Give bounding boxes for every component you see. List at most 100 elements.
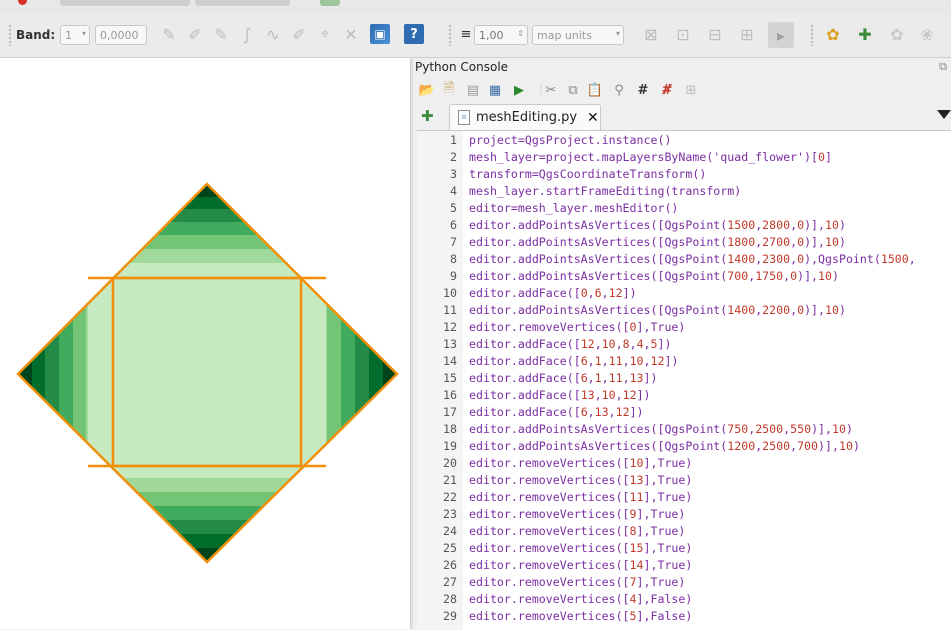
comment-icon[interactable]: # bbox=[633, 80, 653, 100]
pencil-icon[interactable]: ✎ bbox=[210, 23, 232, 45]
code-line[interactable]: 7 editor.addPointsAsVertices([QgsPoint(18… bbox=[417, 234, 951, 251]
plugin-icon[interactable]: ❀ bbox=[916, 23, 938, 45]
code-text: editor.removeVertices([14],True) bbox=[469, 558, 693, 572]
code-line[interactable]: 21 editor.removeVertices([13],True) bbox=[417, 472, 951, 489]
line-number: 10 bbox=[443, 286, 457, 300]
code-line[interactable]: 14 editor.addFace([6,1,11,10,12]) bbox=[417, 353, 951, 370]
code-line[interactable]: 2 mesh_layer=project.mapLayersByName('qua… bbox=[417, 149, 951, 166]
code-line[interactable]: 18 editor.addPointsAsVertices([QgsPoint(7… bbox=[417, 421, 951, 438]
pencil-icon[interactable]: ✎ bbox=[158, 23, 180, 45]
open-folder-icon[interactable]: 📂 bbox=[417, 80, 437, 100]
tab-label: meshEditing.py bbox=[476, 110, 578, 125]
cut-icon[interactable]: ✂ bbox=[541, 80, 561, 100]
curve-icon[interactable]: ∫ bbox=[236, 23, 258, 45]
value-field[interactable]: 0,0000 bbox=[95, 25, 147, 45]
node-icon[interactable]: ⌖ bbox=[314, 23, 336, 45]
node-icon[interactable]: ✕ bbox=[340, 23, 362, 45]
code-line[interactable]: 4 mesh_layer.startFrameEditing(transform) bbox=[417, 183, 951, 200]
close-tab-icon[interactable]: ✕ bbox=[587, 110, 599, 126]
save-icon[interactable]: ▤ bbox=[463, 80, 483, 100]
toolbar-handle[interactable] bbox=[448, 24, 452, 46]
stop-icon[interactable] bbox=[18, 0, 27, 5]
object-inspector-icon[interactable]: ⊞ bbox=[681, 80, 701, 100]
code-line[interactable]: 5 editor=mesh_layer.meshEditor() bbox=[417, 200, 951, 217]
tab-meshediting[interactable]: ≡ meshEditing.py ✕ bbox=[449, 104, 601, 130]
code-line[interactable]: 9 editor.addPointsAsVertices([QgsPoint(70… bbox=[417, 268, 951, 285]
mesh-icon[interactable]: ⊠ bbox=[640, 23, 662, 45]
plugin-icon[interactable]: ✿ bbox=[886, 23, 908, 45]
float-panel-icon[interactable]: ⧉ bbox=[939, 60, 947, 74]
band-spinbox[interactable]: 1 ▾ bbox=[60, 25, 90, 45]
code-line[interactable]: 25 editor.removeVertices([15],True) bbox=[417, 540, 951, 557]
save-as-icon[interactable]: ▦ bbox=[485, 80, 505, 100]
curve-icon[interactable]: ∿ bbox=[262, 23, 284, 45]
line-number: 3 bbox=[450, 167, 457, 181]
width-spinbox[interactable]: 1,00 ⇕ bbox=[474, 25, 528, 45]
search-icon[interactable]: ⚲ bbox=[609, 80, 629, 100]
code-line[interactable]: 19 editor.addPointsAsVertices([QgsPoint(1… bbox=[417, 438, 951, 455]
mesh-icon[interactable]: ⊟ bbox=[704, 23, 726, 45]
code-line[interactable]: 13 editor.addFace([12,10,8,4,5]) bbox=[417, 336, 951, 353]
code-line[interactable]: 22 editor.removeVertices([11],True) bbox=[417, 489, 951, 506]
code-line[interactable]: 24 editor.removeVertices([8],True) bbox=[417, 523, 951, 540]
code-line[interactable]: 29 editor.removeVertices([5],False) bbox=[417, 608, 951, 625]
line-number: 13 bbox=[443, 337, 457, 351]
code-text: project=QgsProject.instance() bbox=[469, 133, 672, 147]
line-number: 7 bbox=[450, 235, 457, 249]
unit-select[interactable]: map units ▾ bbox=[532, 25, 624, 45]
toolbar-field[interactable] bbox=[195, 0, 290, 6]
code-line[interactable]: 16 editor.addFace([13,10,12]) bbox=[417, 387, 951, 404]
run-icon[interactable]: ▶ bbox=[509, 80, 529, 100]
code-text: mesh_layer=project.mapLayersByName('quad… bbox=[469, 150, 832, 164]
code-editor[interactable]: 1 project=QgsProject.instance() 2 mesh_laye… bbox=[417, 130, 951, 630]
code-line[interactable]: 6 editor.addPointsAsVertices([QgsPoint(15… bbox=[417, 217, 951, 234]
panel-title: Python Console bbox=[415, 60, 509, 74]
code-line[interactable]: 1 project=QgsProject.instance() bbox=[417, 132, 951, 149]
toolbar-handle[interactable] bbox=[810, 24, 814, 46]
pencil-icon[interactable]: ✐ bbox=[184, 23, 206, 45]
code-line[interactable]: 11 editor.addPointsAsVertices([QgsPoint(1… bbox=[417, 302, 951, 319]
line-number: 16 bbox=[443, 388, 457, 402]
code-line[interactable]: 8 editor.addPointsAsVertices([QgsPoint(14… bbox=[417, 251, 951, 268]
uncomment-icon[interactable]: #̸ bbox=[657, 80, 677, 100]
band-label: Band: bbox=[16, 27, 56, 42]
code-line[interactable]: 17 editor.addFace([6,13,12]) bbox=[417, 404, 951, 421]
code-text: editor.addFace([6,1,11,10,12]) bbox=[469, 354, 679, 368]
code-text: editor.removeVertices([8],True) bbox=[469, 524, 686, 538]
line-number: 15 bbox=[443, 371, 457, 385]
line-number: 14 bbox=[443, 354, 457, 368]
code-line[interactable]: 20 editor.removeVertices([10],True) bbox=[417, 455, 951, 472]
code-line[interactable]: 15 editor.addFace([6,1,11,13]) bbox=[417, 370, 951, 387]
code-line[interactable]: 26 editor.removeVertices([14],True) bbox=[417, 557, 951, 574]
line-number: 18 bbox=[443, 422, 457, 436]
select-icon[interactable]: ▸ bbox=[768, 22, 794, 48]
toolbar-field[interactable] bbox=[60, 0, 190, 6]
code-text: editor.removeVertices([9],True) bbox=[469, 507, 686, 521]
toolbar-handle[interactable] bbox=[8, 24, 12, 46]
mesh-layer-icon[interactable]: ▣ bbox=[370, 24, 390, 44]
mesh-icon[interactable]: ⊞ bbox=[736, 23, 758, 45]
toolbar-icon[interactable] bbox=[320, 0, 340, 6]
add-plugin-icon[interactable]: ✚ bbox=[854, 23, 876, 45]
code-line[interactable]: 12 editor.removeVertices([0],True) bbox=[417, 319, 951, 336]
code-line[interactable]: 23 editor.removeVertices([9],True) bbox=[417, 506, 951, 523]
line-number: 21 bbox=[443, 473, 457, 487]
line-number: 28 bbox=[443, 592, 457, 606]
code-line[interactable]: 10 editor.addFace([0,6,12]) bbox=[417, 285, 951, 302]
mesh-toolbar: Band: 1 ▾ 0,0000 ✎ ✐ ✎ ∫ ∿ ✐ ⌖ ✕ ▣ ? ≡ 1,… bbox=[0, 14, 951, 58]
code-text: editor.addPointsAsVertices([QgsPoint(140… bbox=[469, 303, 846, 317]
map-canvas[interactable] bbox=[0, 58, 411, 629]
code-line[interactable]: 28 editor.removeVertices([4],False) bbox=[417, 591, 951, 608]
code-line[interactable]: 3 transform=QgsCoordinateTransform() bbox=[417, 166, 951, 183]
brush-icon[interactable]: ✐ bbox=[288, 23, 310, 45]
code-line[interactable]: 27 editor.removeVertices([7],True) bbox=[417, 574, 951, 591]
mesh-icon[interactable]: ⊡ bbox=[672, 23, 694, 45]
copy-icon[interactable]: ⧉ bbox=[563, 80, 583, 100]
tab-list-menu-icon[interactable] bbox=[937, 110, 951, 119]
new-tab-icon[interactable]: ✚ bbox=[421, 107, 434, 125]
line-number: 17 bbox=[443, 405, 457, 419]
paste-icon[interactable]: 📋 bbox=[585, 80, 605, 100]
open-file-icon[interactable]: 🗎 bbox=[439, 80, 459, 100]
plugin-icon[interactable]: ✿ bbox=[822, 23, 844, 45]
help-icon[interactable]: ? bbox=[404, 24, 424, 44]
